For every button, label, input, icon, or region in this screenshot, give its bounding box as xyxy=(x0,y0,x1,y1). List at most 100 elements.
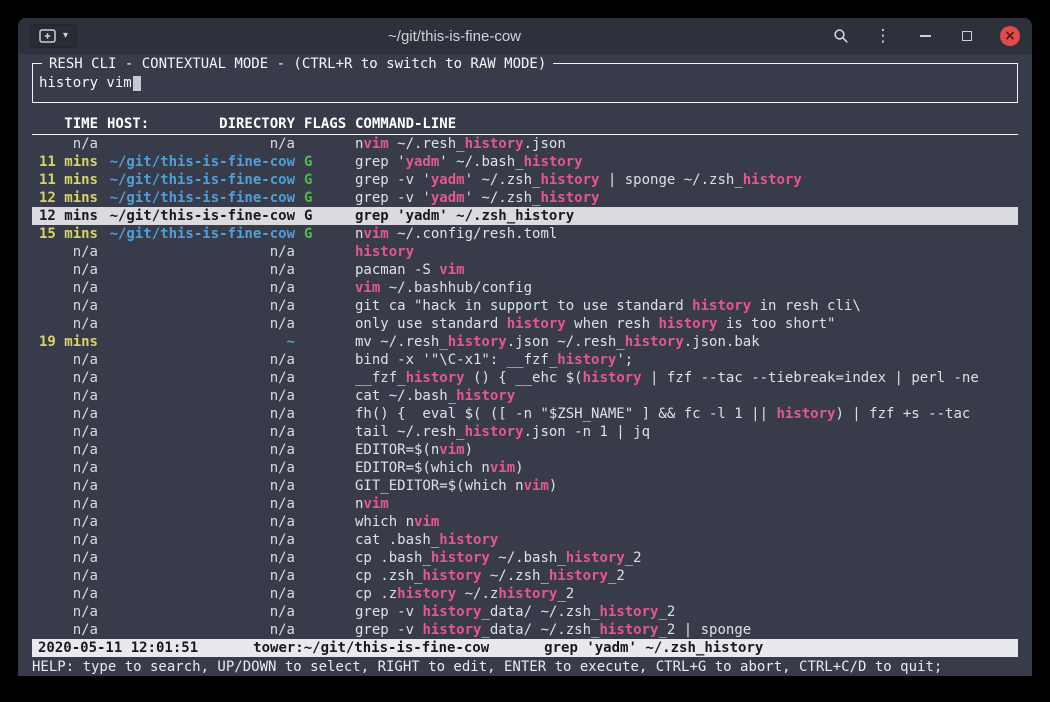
row-directory: n/a xyxy=(107,243,295,261)
row-time: 12 mins xyxy=(38,207,98,225)
row-command: GIT_EDITOR=$(which nvim) xyxy=(355,477,1018,495)
menu-icon[interactable]: ⋮ xyxy=(874,27,892,45)
row-flags xyxy=(304,315,346,333)
history-row[interactable]: n/an/anvim ~/.resh_history.json xyxy=(32,135,1018,153)
row-directory: n/a xyxy=(107,135,295,153)
row-directory: n/a xyxy=(107,315,295,333)
row-time: 19 mins xyxy=(38,333,98,351)
match-text: yadm xyxy=(431,190,465,206)
match-text: history xyxy=(557,352,616,368)
row-flags xyxy=(304,531,346,549)
history-row[interactable]: n/an/acp .bash_history ~/.bash_history_2 xyxy=(32,549,1018,567)
history-row[interactable]: 11 mins~/git/this-is-fine-cowGgrep -v 'y… xyxy=(32,171,1018,189)
row-command: bind -x '"\C-x1": __fzf_history'; xyxy=(355,351,1018,369)
history-row[interactable]: n/an/agit ca "hack in support to use sta… xyxy=(32,297,1018,315)
history-row[interactable]: n/a n/a tail ~/.resh_history.json -n 1 | j… xyxy=(32,423,1018,441)
row-flags xyxy=(304,441,346,459)
match-text: history xyxy=(465,136,524,152)
match-text: history xyxy=(355,244,414,260)
history-row[interactable]: n/an/acp .zhistory ~/.zhistory_2 xyxy=(32,585,1018,603)
row-directory: n/a xyxy=(107,297,295,315)
history-row[interactable]: 19 mins~mv ~/.resh_history.json ~/.resh_… xyxy=(32,333,1018,351)
row-directory: n/a xyxy=(107,603,295,621)
history-row[interactable]: n/a n/a bind -x '"\C-x1": __fzf_history'; xyxy=(32,351,1018,369)
history-row[interactable]: n/an/aGIT_EDITOR=$(which nvim) xyxy=(32,477,1018,495)
terminal-content[interactable]: RESH CLI - CONTEXTUAL MODE - (CTRL+R to … xyxy=(18,54,1032,676)
row-command: grep 'yadm' ~/.bash_history xyxy=(355,153,1018,171)
history-row[interactable]: 12 mins~/git/this-is-fine-cowGgrep 'yadm… xyxy=(32,207,1018,225)
row-command: nvim ~/.config/resh.toml xyxy=(355,225,1018,243)
row-flags xyxy=(304,549,346,567)
row-command: nvim ~/.resh_history.json xyxy=(355,135,1018,153)
row-directory: ~/git/this-is-fine-cow xyxy=(107,171,295,189)
column-header-directory-label: DIRECTORY xyxy=(219,115,295,134)
minimize-icon xyxy=(920,35,931,37)
match-text: vim xyxy=(363,226,388,242)
match-text: history xyxy=(507,316,566,332)
row-directory: n/a xyxy=(107,423,295,441)
match-text: history xyxy=(498,586,557,602)
row-time: n/a xyxy=(38,621,98,639)
row-command: cp .zsh_history ~/.zsh_history_2 xyxy=(355,567,1018,585)
row-directory: n/a xyxy=(107,351,295,369)
row-flags xyxy=(304,387,346,405)
row-command: tail ~/.resh_history.json -n 1 | jq xyxy=(355,423,1018,441)
history-row[interactable]: n/an/aEDITOR=$(nvim) xyxy=(32,441,1018,459)
history-row[interactable]: n/an/aonly use standard history when res… xyxy=(32,315,1018,333)
history-row[interactable]: n/a n/a __fzf_history () { __ehc $(history… xyxy=(32,369,1018,387)
history-row[interactable]: n/an/acat ~/.bash_history xyxy=(32,387,1018,405)
row-flags xyxy=(304,585,346,603)
row-flags xyxy=(304,333,346,351)
row-command: __fzf_history () { __ehc $(history | fzf… xyxy=(355,369,1018,387)
row-time: n/a xyxy=(38,585,98,603)
row-flags: G xyxy=(304,171,346,189)
row-flags xyxy=(304,369,346,387)
search-input[interactable]: history vim xyxy=(39,74,1017,92)
match-text: vim xyxy=(363,136,388,152)
history-row[interactable]: n/an/apacman -S vim xyxy=(32,261,1018,279)
history-row[interactable]: 11 mins~/git/this-is-fine-cowGgrep 'yadm… xyxy=(32,153,1018,171)
titlebar-right: ⋮ × xyxy=(832,26,1020,46)
row-flags: G xyxy=(304,207,346,225)
row-directory: ~ xyxy=(107,333,295,351)
match-text: history xyxy=(658,316,717,332)
restore-button[interactable] xyxy=(958,27,976,45)
match-text: vim xyxy=(439,442,464,458)
history-row[interactable]: n/an/acat .bash_history xyxy=(32,531,1018,549)
row-flags xyxy=(304,513,346,531)
match-text: yadm xyxy=(406,154,440,170)
row-directory: n/a xyxy=(107,405,295,423)
restore-icon xyxy=(962,31,972,41)
row-directory: n/a xyxy=(107,261,295,279)
match-text: history xyxy=(515,208,574,224)
history-row[interactable]: 15 mins~/git/this-is-fine-cowGnvim ~/.co… xyxy=(32,225,1018,243)
row-command: only use standard history when resh hist… xyxy=(355,315,1018,333)
close-button[interactable]: × xyxy=(1000,26,1020,46)
history-row[interactable]: n/an/aEDITOR=$(which nvim) xyxy=(32,459,1018,477)
row-time: n/a xyxy=(38,423,98,441)
match-text: vim xyxy=(363,496,388,512)
history-row[interactable]: n/an/agrep -v history_data/ ~/.zsh_histo… xyxy=(32,603,1018,621)
resh-mode-legend: RESH CLI - CONTEXTUAL MODE - (CTRL+R to … xyxy=(42,55,553,73)
minimize-button[interactable] xyxy=(916,27,934,45)
history-row[interactable]: n/an/agrep -v history_data/ ~/.zsh_histo… xyxy=(32,621,1018,639)
history-row[interactable]: n/an/acp .zsh_history ~/.zsh_history_2 xyxy=(32,567,1018,585)
new-terminal-button[interactable]: ▾ xyxy=(30,24,77,48)
row-time: n/a xyxy=(38,351,98,369)
row-time: n/a xyxy=(38,513,98,531)
row-command: which nvim xyxy=(355,513,1018,531)
history-row[interactable]: n/an/avim ~/.bashhub/config xyxy=(32,279,1018,297)
history-row[interactable]: 12 mins~/git/this-is-fine-cowGgrep -v 'y… xyxy=(32,189,1018,207)
close-icon: × xyxy=(1004,29,1016,43)
match-text: history xyxy=(456,388,515,404)
history-row[interactable]: n/an/afh() { eval $( ([ -n "$ZSH_NAME" ]… xyxy=(32,405,1018,423)
row-command: EDITOR=$(which nvim) xyxy=(355,459,1018,477)
match-text: history xyxy=(448,334,507,350)
history-row[interactable]: n/an/ahistory xyxy=(32,243,1018,261)
row-time: n/a xyxy=(38,369,98,387)
search-icon[interactable] xyxy=(832,27,850,45)
history-row[interactable]: n/an/anvim xyxy=(32,495,1018,513)
row-directory: n/a xyxy=(107,369,295,387)
history-row[interactable]: n/an/awhich nvim xyxy=(32,513,1018,531)
terminal-window: ▾ ~/git/this-is-fine-cow ⋮ × RESH CLI - … xyxy=(18,18,1032,676)
